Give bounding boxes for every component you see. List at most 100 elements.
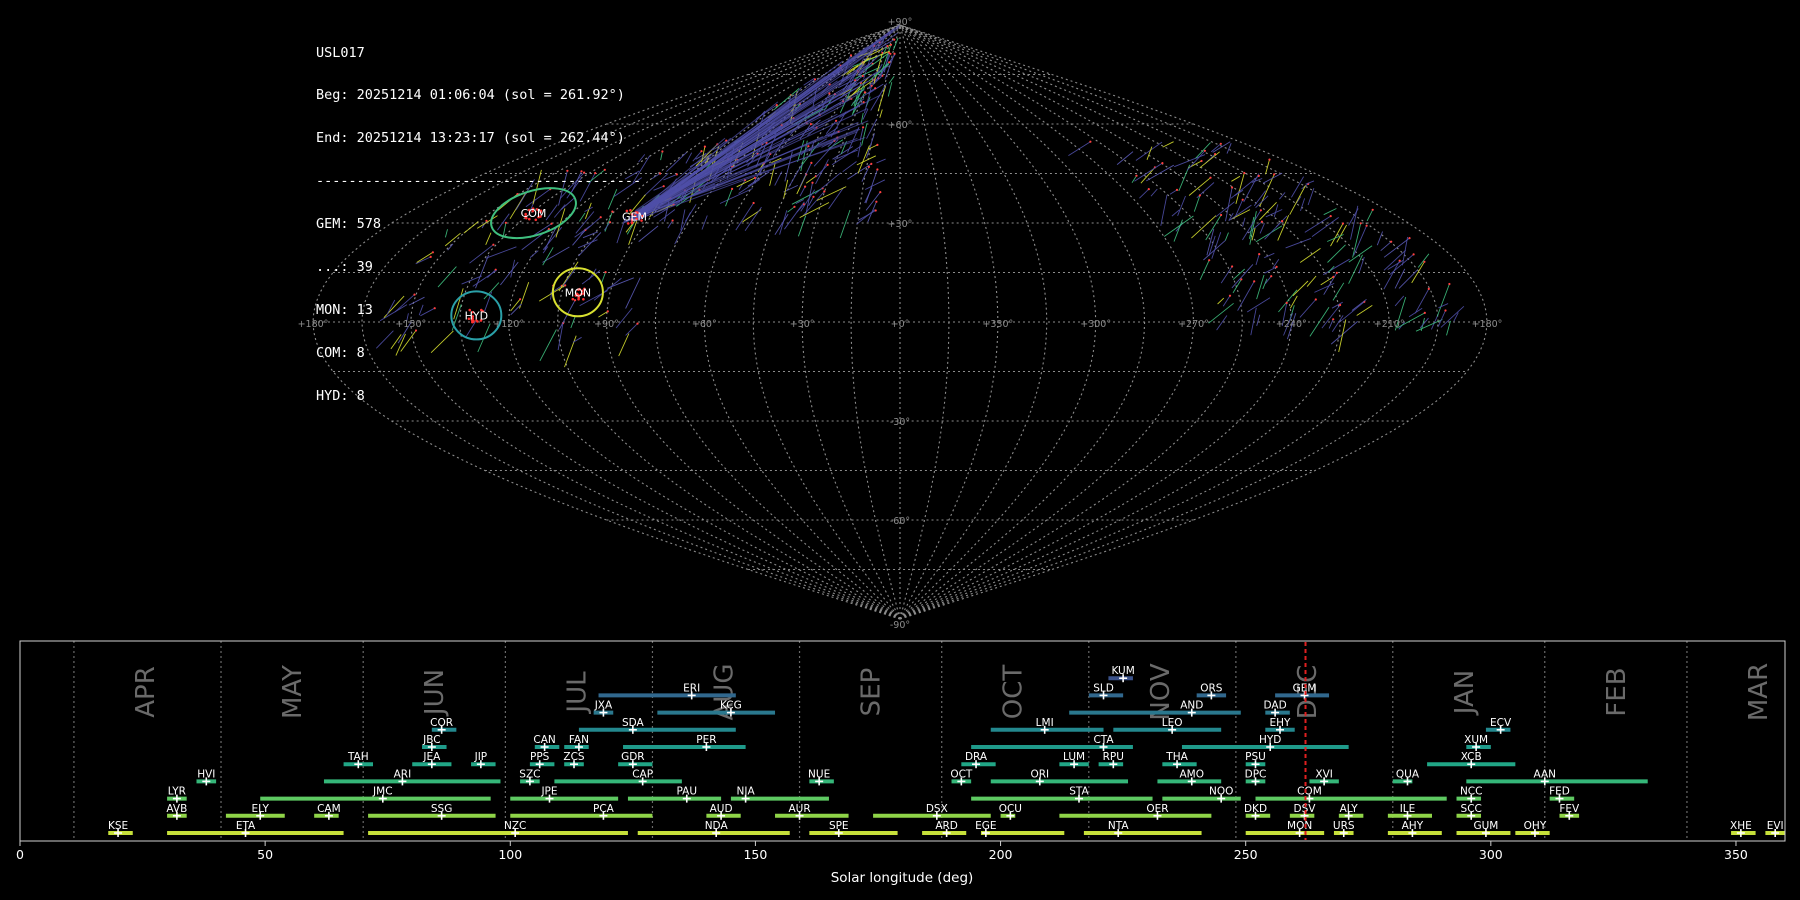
meteor-point (1208, 259, 1211, 262)
meteor-track (834, 149, 858, 161)
shower-code-label: CAM (317, 803, 341, 815)
meteor-track (667, 220, 673, 229)
shower-code-label: SPE (829, 820, 849, 832)
meteor-track (866, 118, 878, 139)
meteor-track (1256, 314, 1261, 327)
meteor-point (874, 87, 877, 90)
begin-time: Beg: 20251214 01:06:04 (sol = 261.92°) (316, 87, 625, 104)
shower-code-label: OER (1146, 803, 1168, 815)
meteor-track (860, 113, 864, 123)
shower-code-label: PCA (593, 803, 615, 815)
meteor-track (1222, 295, 1231, 307)
shower-code-label: JIP (474, 751, 488, 763)
lon-tick-label: +240° (1276, 319, 1307, 330)
lat-tick-label: +30° (888, 219, 913, 230)
shower-code-label: DKD (1244, 803, 1267, 815)
month-label: FEB (1602, 667, 1632, 716)
meteor-track (828, 187, 845, 210)
lon-tick-label: +60° (692, 319, 717, 330)
shower-code-label: NOO (1209, 786, 1233, 798)
meteor-point (1268, 158, 1271, 161)
meteor-track (1331, 315, 1344, 333)
meteor-track (787, 206, 795, 213)
meteor-point (849, 54, 853, 57)
meteor-track (1131, 175, 1137, 184)
meteor-point (876, 143, 879, 146)
x-tick-label: 0 (16, 847, 24, 862)
meteor-track (1169, 189, 1178, 195)
shower-code-label: LEO (1162, 717, 1183, 729)
meteor-point (1253, 280, 1256, 283)
meteor-track (857, 141, 862, 158)
meteor-track (1351, 298, 1367, 311)
meteor-track (1340, 301, 1365, 322)
shower-code-label: AVB (166, 803, 187, 815)
shower-code-label: LMI (1036, 717, 1054, 729)
meteor-point (1335, 271, 1338, 274)
shower-code-label: CAN (533, 734, 555, 746)
shower-code-label: KUM (1111, 665, 1134, 677)
meteor-track (879, 109, 883, 118)
lon-tick-label: +210° (1374, 319, 1405, 330)
x-tick-label: 100 (498, 847, 522, 862)
meteor-point (1444, 309, 1447, 312)
meteor-point (826, 163, 829, 166)
shower-code-label: ETA (236, 820, 256, 832)
shower-code-label: NZC (504, 820, 526, 832)
meteor-track (1273, 204, 1279, 218)
meteor-track (1279, 192, 1286, 200)
meteor-point (810, 161, 813, 164)
meteor-point (1175, 188, 1179, 191)
meteor-track (858, 210, 876, 221)
meteor-point (1147, 188, 1150, 191)
lat-tick-label: -30° (890, 417, 910, 428)
meteor-track (1380, 241, 1392, 252)
shower-code-label: ORI (1030, 768, 1049, 780)
meteor-point (753, 176, 757, 179)
meteor-track (783, 179, 789, 199)
shower-code-label: SCC (1461, 803, 1482, 815)
meteor-point (1365, 224, 1368, 227)
month-label: APR (131, 666, 161, 718)
meteor-point (1339, 303, 1342, 307)
shower-code-label: FEV (1559, 803, 1580, 815)
meteor-track (1246, 297, 1271, 313)
lon-tick-label: +300° (1080, 319, 1111, 330)
meteor-track (1215, 201, 1235, 218)
x-axis-label: Solar longitude (deg) (831, 870, 974, 886)
shower-code-label: NTA (1108, 820, 1129, 832)
meteor-point (1258, 253, 1261, 256)
meteor-track (1306, 275, 1317, 287)
meteor-track (1231, 264, 1254, 289)
shower-code-label: ARI (394, 768, 412, 780)
shower-code-label: NUE (808, 768, 830, 780)
meteor-point (675, 173, 678, 176)
meteor-track (1220, 266, 1233, 284)
meteor-point (870, 162, 873, 165)
meteor-track (1440, 305, 1465, 328)
meteor-track (1237, 281, 1255, 311)
shower-code-label: NDA (705, 820, 729, 832)
meteor-track (634, 106, 859, 216)
meteor-track (666, 152, 687, 173)
meteor-point (1341, 222, 1345, 225)
shower-code-label: COR (430, 717, 453, 729)
meteor-point (775, 104, 778, 107)
meteor-point (1371, 208, 1374, 211)
meteor-track (638, 225, 659, 242)
meteor-point (662, 185, 665, 188)
meteor-track (674, 212, 691, 245)
month-label: MAY (278, 665, 308, 719)
meteor-track (1139, 188, 1150, 199)
x-tick-label: 200 (989, 847, 1013, 862)
meteor-track (1150, 188, 1158, 197)
station-stats: USL017 Beg: 20251214 01:06:04 (sol = 261… (316, 17, 641, 417)
shower-code-label: JEA (422, 751, 441, 763)
shower-code-label: HVI (197, 768, 215, 780)
shower-code-label: DSX (926, 803, 948, 815)
meteor-point (1408, 237, 1411, 240)
meteor-track (1205, 214, 1222, 241)
meteor-point (876, 168, 879, 171)
shower-code-label: FAN (569, 734, 589, 746)
shower-code-label: DAD (1264, 700, 1287, 712)
